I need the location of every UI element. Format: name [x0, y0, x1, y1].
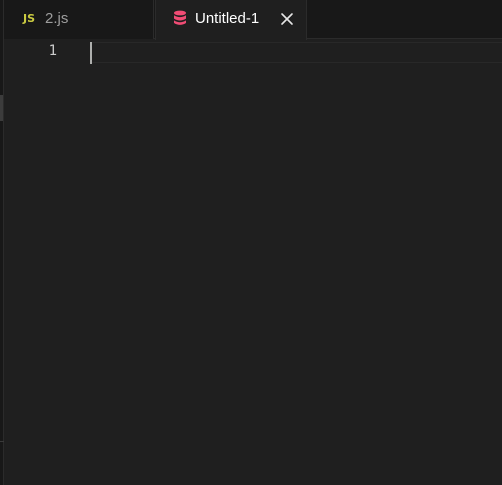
- tab-bar: JS 2.js Untitled-1: [4, 0, 502, 40]
- left-scroll-marker: [0, 95, 3, 121]
- current-line-highlight: [90, 42, 502, 63]
- tab-2-js[interactable]: JS 2.js: [4, 0, 154, 39]
- tab-untitled-1[interactable]: Untitled-1: [155, 0, 307, 40]
- tab-label: Untitled-1: [195, 10, 260, 27]
- js-file-icon: JS: [23, 12, 36, 25]
- line-number: 1: [48, 43, 57, 59]
- tab-label: 2.js: [45, 10, 69, 27]
- editor-window: JS 2.js Untitled-1 1: [0, 0, 502, 485]
- close-icon[interactable]: [280, 12, 294, 26]
- code-editor[interactable]: 1: [4, 40, 502, 485]
- text-cursor: [90, 42, 92, 64]
- database-icon: [174, 10, 186, 25]
